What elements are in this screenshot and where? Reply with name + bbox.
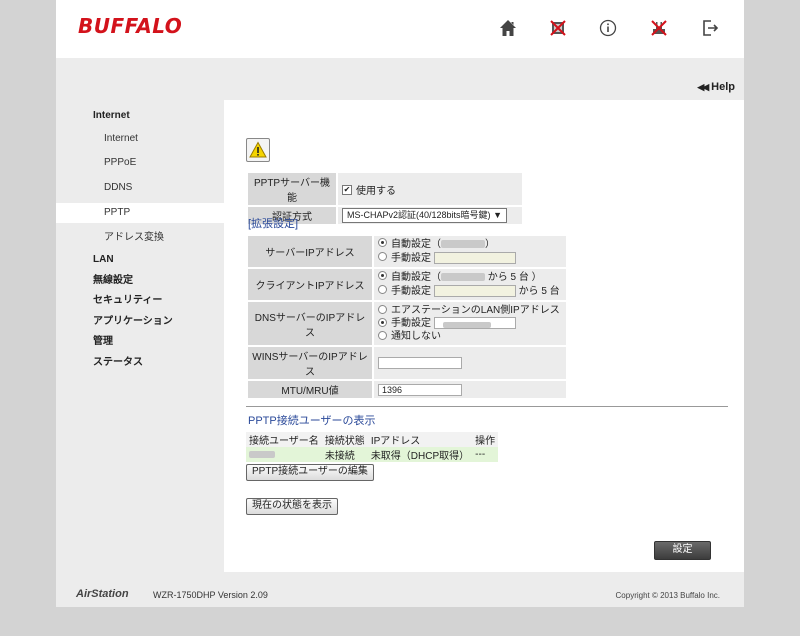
- wins-cell: [374, 347, 566, 379]
- pptp-server-cell: ✔ 使用する: [338, 173, 522, 205]
- sidebar-item-internet[interactable]: Internet: [56, 106, 224, 126]
- copyright: Copyright © 2013 Buffalo Inc.: [615, 591, 720, 600]
- redacted-value: [441, 272, 485, 281]
- pptp-server-checkbox[interactable]: ✔: [342, 184, 352, 195]
- sidebar-item-lan[interactable]: LAN: [56, 250, 224, 270]
- mtu-cell: 1396: [374, 381, 566, 398]
- auth-method-select[interactable]: MS-CHAPv2認証(40/128bits暗号鍵) ▼: [342, 208, 507, 223]
- sidebar-subitem-pppoe[interactable]: PPPoE: [56, 153, 224, 173]
- wireless-disconnected-icon[interactable]: [648, 17, 670, 39]
- airstation-logo: AirStation: [76, 588, 129, 600]
- home-icon[interactable]: [497, 17, 519, 39]
- chevron-down-icon: ▼: [493, 210, 502, 220]
- sidebar-item-security[interactable]: セキュリティー: [56, 291, 224, 311]
- double-chevron-left-icon: ◀◀: [697, 82, 709, 92]
- redacted-value: [442, 321, 491, 328]
- extended-settings-table: サーバーIPアドレス 自動設定（） 手動設定 クライアントIPアドレス 自動設定…: [246, 234, 568, 400]
- client-ip-manual-input[interactable]: [433, 284, 516, 297]
- help-link[interactable]: ◀◀ Help: [697, 81, 735, 93]
- sidebar-subitem-ddns[interactable]: DDNS: [56, 178, 224, 198]
- sidebar-item-wireless[interactable]: 無線設定: [56, 271, 224, 291]
- dns-label: DNSサーバーのIPアドレス: [248, 302, 372, 345]
- model-version: WZR-1750DHP Version 2.09: [153, 590, 268, 600]
- table-header-row: 接続ユーザー名 接続状態 IPアドレス 操作: [246, 432, 499, 447]
- network-disconnected-icon[interactable]: [547, 17, 569, 39]
- mtu-label: MTU/MRU値: [248, 381, 372, 398]
- table-cell: ---: [472, 447, 499, 462]
- pptp-server-checkbox-label: 使用する: [356, 185, 396, 197]
- sidebar-item-status[interactable]: ステータス: [56, 353, 224, 373]
- app-frame: BUFFALO ◀◀ Help Internet Internet PPPoE …: [56, 0, 744, 607]
- warning-icon: [249, 141, 267, 158]
- buffalo-logo: BUFFALO: [78, 14, 183, 38]
- logout-icon[interactable]: [699, 17, 721, 39]
- client-ip-manual-radio[interactable]: [378, 285, 387, 295]
- dns-manual-input[interactable]: [433, 317, 516, 330]
- dns-lan-ip-radio[interactable]: [378, 304, 387, 314]
- table-cell: [246, 447, 322, 462]
- sidebar-subitem-nat[interactable]: アドレス変換: [56, 228, 224, 248]
- server-ip-manual-input[interactable]: [433, 251, 516, 264]
- client-ip-auto-radio[interactable]: [378, 271, 387, 281]
- wins-input[interactable]: [378, 357, 462, 369]
- auth-method-cell: MS-CHAPv2認証(40/128bits暗号鍵) ▼: [338, 207, 522, 224]
- server-ip-cell: 自動設定（） 手動設定: [374, 236, 566, 267]
- redacted-value: [249, 450, 275, 458]
- table-cell: 未取得（DHCP取得）: [367, 447, 473, 462]
- dns-no-notify-radio[interactable]: [378, 330, 387, 340]
- sidebar-subitem-pptp[interactable]: PPTP: [56, 203, 226, 223]
- redacted-value: [441, 239, 485, 248]
- server-ip-manual-radio[interactable]: [378, 252, 387, 262]
- warning-button[interactable]: [246, 138, 270, 162]
- section-divider: [246, 406, 728, 407]
- pptp-users-title: PPTP接続ユーザーの表示: [248, 415, 376, 427]
- show-status-button[interactable]: 現在の状態を表示: [246, 498, 338, 515]
- main-content: PPTPサーバー機能 ✔ 使用する 認証方式 MS-CHAPv2認証(40/128…: [224, 100, 744, 572]
- info-icon[interactable]: [597, 17, 619, 39]
- header: BUFFALO: [56, 0, 744, 58]
- sidebar-item-admin[interactable]: 管理: [56, 332, 224, 352]
- dns-manual-radio[interactable]: [378, 317, 387, 327]
- pptp-server-label: PPTPサーバー機能: [248, 173, 336, 205]
- server-ip-label: サーバーIPアドレス: [248, 236, 372, 267]
- column-header: IPアドレス: [367, 432, 473, 447]
- submit-button[interactable]: 設定: [654, 541, 711, 560]
- server-ip-auto-radio[interactable]: [378, 238, 387, 248]
- client-ip-cell: 自動設定（ から 5 台 ） 手動設定 から 5 台: [374, 269, 566, 300]
- table-row: 未接続 未取得（DHCP取得） ---: [246, 447, 499, 462]
- edit-pptp-users-button[interactable]: PPTP接続ユーザーの編集: [246, 464, 374, 481]
- mtu-input[interactable]: 1396: [378, 383, 462, 396]
- sidebar-subitem-internet[interactable]: Internet: [56, 129, 224, 149]
- wins-label: WINSサーバーのIPアドレス: [248, 347, 372, 379]
- dns-cell: エアステーションのLAN側IPアドレス 手動設定 通知しない: [374, 302, 566, 345]
- column-header: 接続ユーザー名: [246, 432, 322, 447]
- client-ip-label: クライアントIPアドレス: [248, 269, 372, 300]
- extended-settings-title: [拡張設定]: [248, 218, 299, 230]
- column-header: 接続状態: [321, 432, 368, 447]
- table-cell: 未接続: [321, 447, 368, 462]
- sidebar-item-applications[interactable]: アプリケーション: [56, 312, 224, 332]
- pptp-users-table: 接続ユーザー名 接続状態 IPアドレス 操作 未接続 未取得（DHCP取得） -…: [246, 432, 499, 462]
- column-header: 操作: [472, 432, 499, 447]
